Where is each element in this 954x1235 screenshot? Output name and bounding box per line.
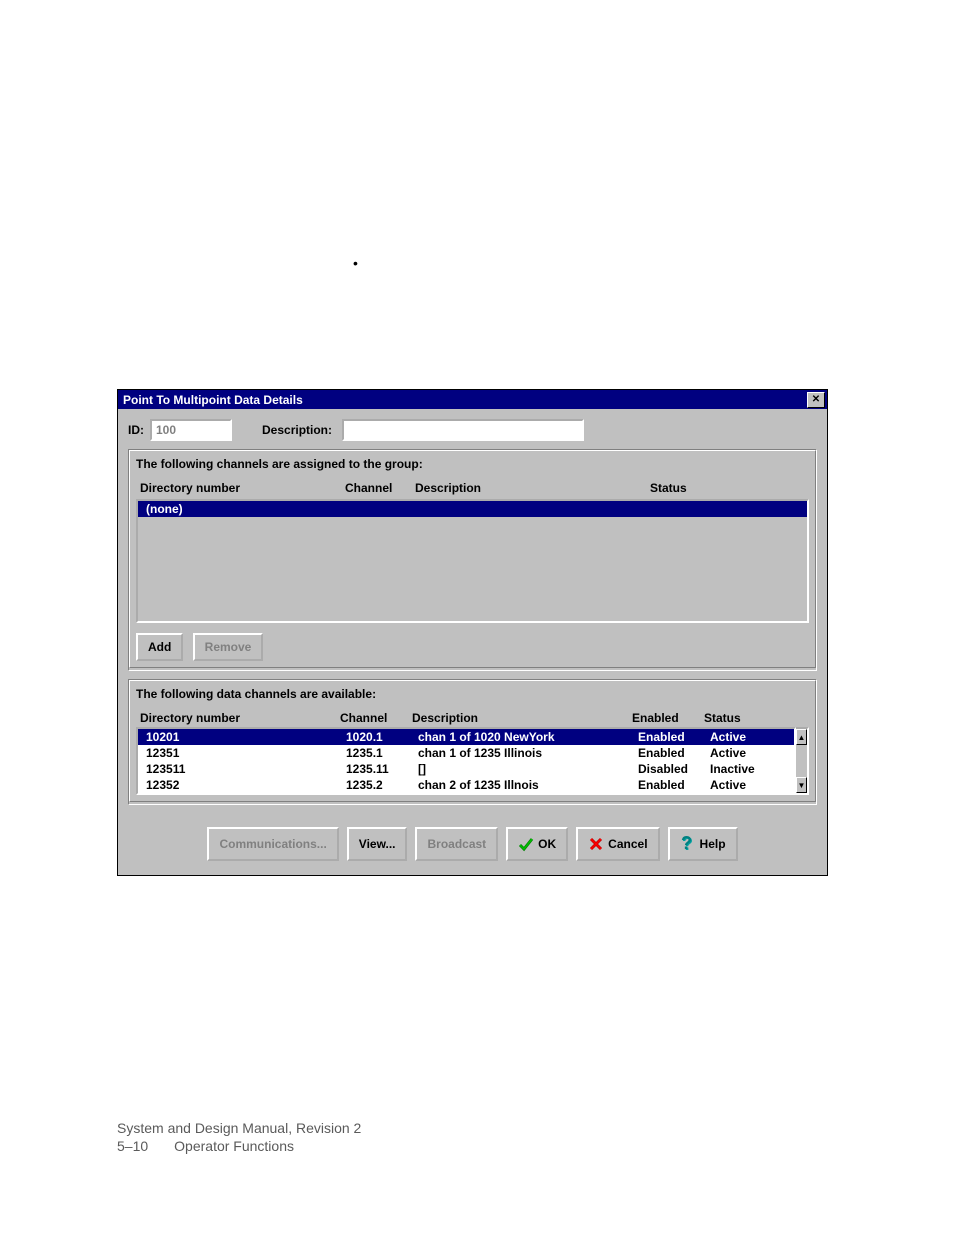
id-label: ID: <box>128 423 144 437</box>
description-label: Description: <box>262 423 332 437</box>
ok-button[interactable]: OK <box>506 827 568 861</box>
table-row[interactable]: 12351 1235.1 chan 1 of 1235 Illinois Ena… <box>138 745 794 761</box>
window-title: Point To Multipoint Data Details <box>120 393 807 407</box>
table-row[interactable]: 10201 1020.1 chan 1 of 1020 NewYork Enab… <box>138 729 794 745</box>
close-icon[interactable]: ✕ <box>807 392 825 408</box>
help-label: Help <box>700 837 726 851</box>
page-footer: System and Design Manual, Revision 2 5–1… <box>117 1120 361 1155</box>
cancel-label: Cancel <box>608 837 647 851</box>
add-button[interactable]: Add <box>136 633 183 661</box>
col-channel: Channel <box>340 711 412 725</box>
scroll-up-icon[interactable]: ▲ <box>796 729 807 745</box>
assigned-row-text: (none) <box>142 502 346 516</box>
scrollbar[interactable]: ▲ ▼ <box>796 727 809 795</box>
dialog-window: Point To Multipoint Data Details ✕ ID: D… <box>117 389 828 876</box>
table-row[interactable]: 12352 1235.2 chan 2 of 1235 Illnois Enab… <box>138 777 794 793</box>
col-directory-number: Directory number <box>136 481 345 495</box>
help-button[interactable]: ?? Help <box>668 827 738 861</box>
col-description: Description <box>415 481 650 495</box>
bullet-glyph: • <box>353 255 358 271</box>
footer-page-number: 5–10 <box>117 1138 148 1154</box>
col-status: Status <box>704 711 784 725</box>
available-list[interactable]: 10201 1020.1 chan 1 of 1020 NewYork Enab… <box>136 727 796 795</box>
broadcast-button: Broadcast <box>415 827 498 861</box>
col-directory-number: Directory number <box>136 711 340 725</box>
assigned-caption: The following channels are assigned to t… <box>136 457 809 471</box>
assigned-list[interactable]: (none) <box>136 499 809 623</box>
ok-label: OK <box>538 837 556 851</box>
assigned-panel: The following channels are assigned to t… <box>128 449 817 671</box>
scroll-track[interactable] <box>796 745 807 777</box>
remove-button: Remove <box>193 633 264 661</box>
col-enabled: Enabled <box>632 711 704 725</box>
check-icon <box>518 836 534 852</box>
cross-icon <box>588 836 604 852</box>
question-icon: ?? <box>680 834 696 854</box>
footer-section: Operator Functions <box>174 1138 294 1154</box>
scroll-down-icon[interactable]: ▼ <box>796 777 807 793</box>
table-row[interactable]: 123511 1235.11 [] Disabled Inactive <box>138 761 794 777</box>
col-description: Description <box>412 711 632 725</box>
available-headers: Directory number Channel Description Ena… <box>136 709 809 727</box>
id-field[interactable] <box>150 419 232 441</box>
button-bar: Communications... View... Broadcast OK C… <box>118 815 827 875</box>
col-status: Status <box>650 481 730 495</box>
cancel-button[interactable]: Cancel <box>576 827 659 861</box>
view-button[interactable]: View... <box>347 827 408 861</box>
description-field[interactable] <box>342 419 584 441</box>
svg-text:?: ? <box>681 834 692 853</box>
col-channel: Channel <box>345 481 415 495</box>
list-item[interactable]: (none) <box>138 501 807 517</box>
communications-button: Communications... <box>207 827 338 861</box>
footer-line1: System and Design Manual, Revision 2 <box>117 1120 361 1138</box>
available-caption: The following data channels are availabl… <box>136 687 809 701</box>
available-panel: The following data channels are availabl… <box>128 679 817 805</box>
titlebar: Point To Multipoint Data Details ✕ <box>118 390 827 409</box>
assigned-headers: Directory number Channel Description Sta… <box>136 479 809 497</box>
